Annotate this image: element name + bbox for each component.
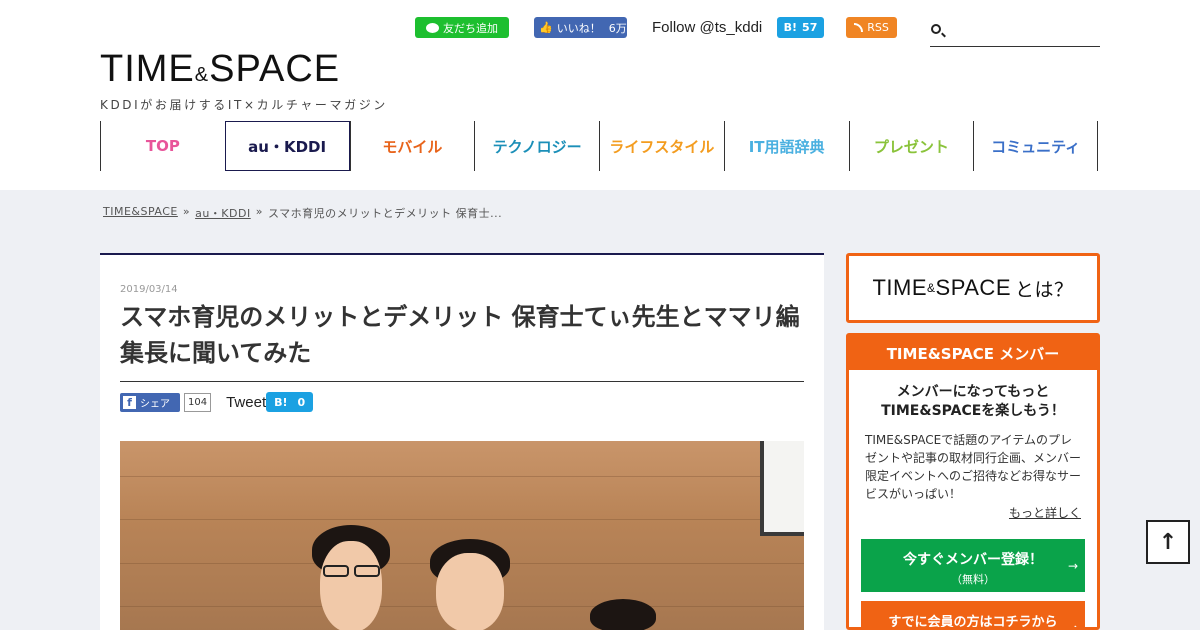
breadcrumb-home[interactable]: TIME&SPACE bbox=[103, 205, 178, 221]
article-share-bar: f シェア 104 Tweet B! 0 bbox=[120, 392, 314, 412]
site-logo[interactable]: TIME&SPACE KDDIがお届けするIT×カルチャーマガジン bbox=[100, 50, 388, 113]
twitter-follow-button[interactable]: Follow @ts_kddi bbox=[652, 17, 762, 38]
nav-it-glossary[interactable]: IT用語辞典 bbox=[723, 121, 849, 171]
nav-mobile[interactable]: モバイル bbox=[349, 121, 475, 171]
search-box bbox=[930, 20, 1100, 47]
facebook-like-button[interactable]: 👍 いいね！ 6万 bbox=[534, 17, 627, 38]
article-title: スマホ育児のメリットとデメリット 保育士てぃ先生とママリ編集長に聞いてみた bbox=[120, 299, 804, 382]
hatena-icon: B! bbox=[274, 395, 288, 409]
logo-tagline: KDDIがお届けするIT×カルチャーマガジン bbox=[100, 98, 388, 112]
nav-present[interactable]: プレゼント bbox=[848, 121, 974, 171]
nav-community[interactable]: コミュニティ bbox=[973, 121, 1098, 171]
member-panel-heading: TIME&SPACE メンバー bbox=[849, 336, 1097, 370]
hatena-icon: B! bbox=[783, 21, 798, 34]
member-panel: TIME&SPACE メンバー メンバーになってもっと TIME&SPACEを楽… bbox=[846, 333, 1100, 630]
arrow-right-icon: → bbox=[1067, 621, 1078, 630]
nav-lifestyle[interactable]: ライフスタイル bbox=[599, 121, 724, 171]
breadcrumb: TIME&SPACE » au・KDDI » スマホ育児のメリットとデメリット … bbox=[103, 205, 503, 221]
line-icon bbox=[426, 22, 439, 33]
thumbs-up-icon: 👍 bbox=[539, 21, 553, 34]
member-more-link[interactable]: もっと詳しく bbox=[849, 504, 1081, 521]
back-to-top-button[interactable]: ↑ bbox=[1146, 520, 1190, 564]
breadcrumb-current: スマホ育児のメリットとデメリット 保育士... bbox=[267, 207, 503, 220]
facebook-share-button[interactable]: f シェア bbox=[120, 392, 180, 412]
breadcrumb-category[interactable]: au・KDDI bbox=[195, 205, 251, 221]
main-nav: TOP au・KDDI モバイル テクノロジー ライフスタイル IT用語辞典 プ… bbox=[100, 121, 1098, 171]
rss-icon bbox=[854, 23, 864, 32]
about-time-space-banner[interactable]: TIME & SPACE とは？ bbox=[846, 253, 1100, 323]
hatena-share-button[interactable]: B! 0 bbox=[266, 392, 314, 412]
member-description: TIME&SPACEで話題のアイテムのプレゼントや記事の取材同行企画、メンバー限… bbox=[865, 433, 1082, 501]
nav-top[interactable]: TOP bbox=[100, 121, 225, 171]
facebook-share-count: 104 bbox=[184, 392, 212, 412]
arrow-up-icon: ↑ bbox=[1158, 529, 1178, 555]
nav-au-kddi[interactable]: au・KDDI bbox=[224, 121, 350, 171]
site-header: TIME&SPACE KDDIがお届けするIT×カルチャーマガジン 友だち追加 … bbox=[0, 0, 1200, 190]
hatena-bookmark-button[interactable]: B! 57 bbox=[777, 17, 824, 38]
search-input[interactable] bbox=[950, 23, 1098, 43]
facebook-icon: f bbox=[123, 395, 136, 409]
article-date: 2019/03/14 bbox=[120, 284, 178, 295]
article-hero-image bbox=[120, 441, 804, 630]
search-icon[interactable] bbox=[931, 24, 941, 34]
line-add-friend-button[interactable]: 友だち追加 bbox=[415, 17, 509, 38]
member-lead: メンバーになってもっと TIME&SPACEを楽しもう！ bbox=[881, 384, 1065, 419]
login-button[interactable]: すでに会員の方はコチラから → bbox=[861, 601, 1085, 630]
tweet-button[interactable]: Tweet bbox=[226, 394, 266, 411]
logo-wordmark: TIME&SPACE bbox=[100, 48, 341, 90]
register-button[interactable]: 今すぐメンバー登録！ （無料） → bbox=[861, 539, 1085, 592]
arrow-right-icon: → bbox=[1067, 559, 1078, 573]
nav-technology[interactable]: テクノロジー bbox=[474, 121, 599, 171]
article-card: 2019/03/14 スマホ育児のメリットとデメリット 保育士てぃ先生とママリ編… bbox=[100, 253, 824, 630]
rss-button[interactable]: RSS bbox=[846, 17, 897, 38]
